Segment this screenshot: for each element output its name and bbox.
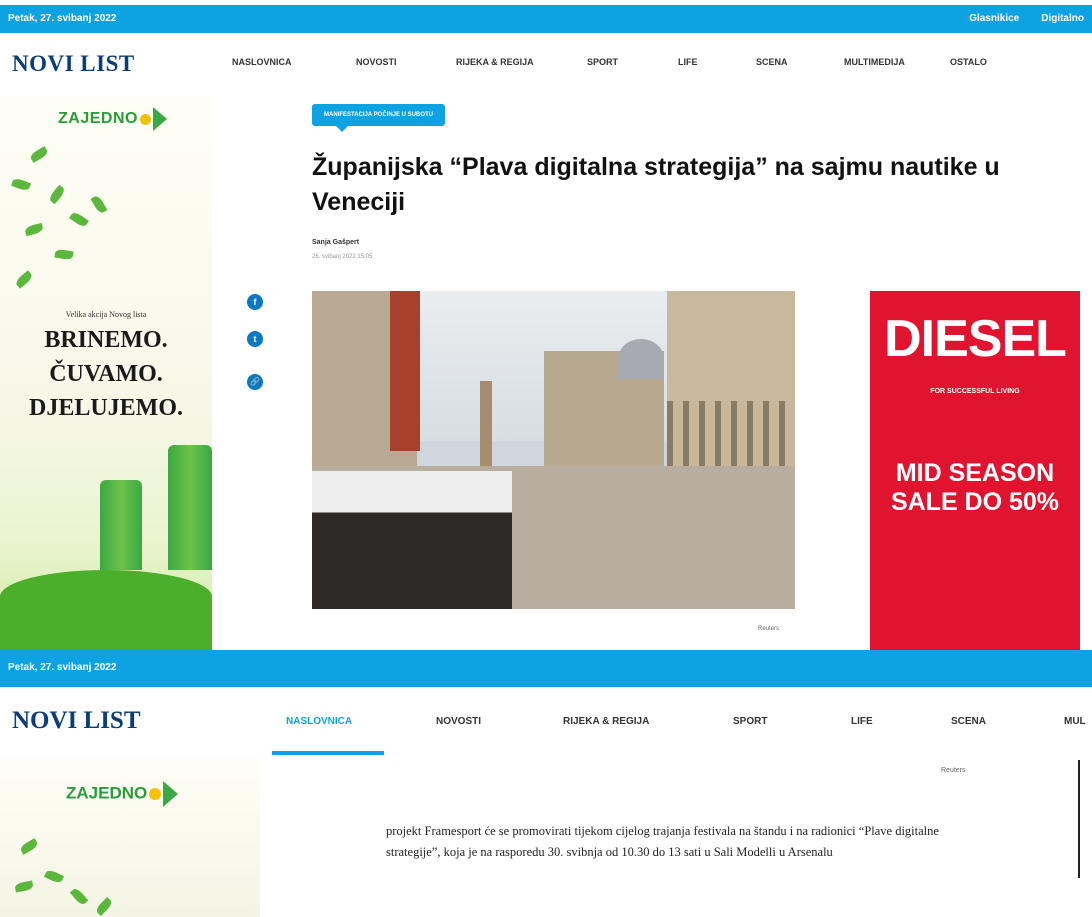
facebook-share-icon[interactable]: f: [247, 294, 263, 310]
article-photo[interactable]: [312, 291, 795, 609]
leaf-icon: [69, 210, 89, 229]
leaf-icon: [11, 177, 31, 192]
current-date: Petak, 27. svibanj 2022: [8, 13, 117, 24]
nav-item-naslovnica[interactable]: NASLOVNICA: [232, 57, 356, 67]
left-banner-ad[interactable]: ZAJEDNO Velika akcija Novog lista BRINEM…: [0, 95, 212, 650]
sun-icon: [139, 113, 151, 125]
photo-credit: Reuters: [758, 626, 780, 632]
nav-item-novosti[interactable]: NOVOSTI: [436, 716, 563, 727]
category-tag[interactable]: MANIFESTACIJA POČINJE U SUBOTU: [312, 104, 446, 132]
top-link-digitalno[interactable]: Digitalno: [1041, 13, 1084, 24]
site-logo[interactable]: NOVI LIST: [12, 707, 141, 735]
leaf-icon: [14, 270, 34, 289]
article-body-paragraph: projekt Framesport će se promovirati tij…: [386, 824, 939, 859]
top-link-glasnikice[interactable]: Glasnikice: [969, 13, 1019, 24]
article-author[interactable]: Sanja Gašpert: [312, 239, 359, 246]
nav-item-life[interactable]: LIFE: [851, 716, 951, 727]
leaf-icon: [28, 146, 50, 163]
zajedno-text: ZAJEDNO: [58, 110, 138, 128]
nav-item-scena[interactable]: SCENA: [951, 716, 1064, 727]
diesel-ad[interactable]: DIESEL FOR SUCCESSFUL LIVING MID SEASON …: [870, 291, 1080, 650]
nav-item-naslovnica[interactable]: NASLOVNICA: [286, 716, 436, 727]
cooling-tower-icon: [100, 480, 142, 570]
nav-item-rijeka-regija[interactable]: RIJEKA & REGIJA: [456, 57, 587, 67]
diesel-sale-text: MID SEASON SALE DO 50%: [890, 459, 1060, 516]
twitter-share-icon[interactable]: t: [247, 331, 263, 347]
ad-line-brinemo: BRINEMO.: [44, 327, 168, 353]
site-header: NOVI LIST NASLOVNICA NOVOSTI RIJEKA & RE…: [0, 33, 1092, 95]
leaf-icon: [18, 838, 40, 855]
leaf-icon: [14, 880, 34, 893]
top-links: Glasnikice Digitalno: [969, 13, 1084, 24]
photo-cafe-tables: [312, 471, 512, 609]
main-nav-sticky: NASLOVNICA NOVOSTI RIJEKA & REGIJA SPORT…: [286, 716, 1092, 727]
zajedno-text: ZAJEDNO: [66, 783, 148, 803]
arrow-icon: [152, 107, 167, 131]
nav-item-ostalo[interactable]: OSTALO: [950, 57, 1010, 67]
nav-item-multimedija[interactable]: MUL: [1064, 716, 1092, 727]
top-bar: Petak, 27. svibanj 2022 Glasnikice Digit…: [0, 5, 1092, 33]
active-nav-underline: [272, 751, 384, 755]
link-share-icon[interactable]: 🔗: [247, 374, 263, 390]
diesel-logo: DIESEL: [884, 310, 1067, 368]
site-logo[interactable]: NOVI LIST: [12, 51, 135, 77]
ad-edge: [1078, 760, 1080, 878]
ad-line-djelujemo: DJELUJEMO.: [28, 395, 183, 421]
arrow-icon: [163, 781, 179, 807]
zajedno-logo: ZAJEDNO: [66, 781, 179, 807]
nav-item-scena[interactable]: SCENA: [756, 57, 844, 67]
cooling-tower-icon: [168, 445, 212, 570]
article-headline: Županijska “Plava digitalna strategija” …: [312, 153, 1000, 216]
nav-item-sport[interactable]: SPORT: [733, 716, 851, 727]
diesel-slogan: FOR SUCCESSFUL LIVING: [930, 388, 1020, 395]
photo-clock-tower: [480, 381, 492, 471]
current-date: Petak, 27. svibanj 2022: [8, 662, 117, 673]
photo-building-brick: [390, 291, 420, 451]
left-banner-ad[interactable]: ZAJEDNO: [0, 757, 260, 917]
photo-credit: Reuters: [941, 767, 966, 774]
nav-item-rijeka-regija[interactable]: RIJEKA & REGIJA: [563, 716, 733, 727]
main-nav: NASLOVNICA NOVOSTI RIJEKA & REGIJA SPORT…: [232, 57, 1010, 67]
leaf-icon: [43, 868, 65, 885]
zajedno-logo: ZAJEDNO: [58, 107, 167, 131]
leaf-icon: [47, 184, 67, 205]
photo-dome: [618, 339, 664, 379]
site-header-sticky: NOVI LIST NASLOVNICA NOVOSTI RIJEKA & RE…: [0, 687, 1092, 757]
leaf-icon: [94, 896, 114, 917]
nav-item-multimedija[interactable]: MULTIMEDIJA: [844, 57, 950, 67]
article-date: 26. svibanj 2022 15:05: [312, 254, 373, 260]
leaf-icon: [69, 886, 89, 907]
sun-icon: [149, 788, 162, 800]
leaf-icon: [54, 248, 74, 261]
nav-item-novosti[interactable]: NOVOSTI: [356, 57, 456, 67]
ad-caption: Velika akcija Novog lista: [65, 310, 147, 319]
leaf-icon: [24, 222, 44, 237]
ad-line-cuvamo: ČUVAMO.: [49, 361, 163, 387]
top-bar-sticky: Petak, 27. svibanj 2022: [0, 650, 1092, 687]
nav-item-sport[interactable]: SPORT: [587, 57, 678, 67]
nav-item-life[interactable]: LIFE: [678, 57, 756, 67]
leaf-icon: [90, 194, 108, 215]
green-hills: [0, 570, 212, 650]
